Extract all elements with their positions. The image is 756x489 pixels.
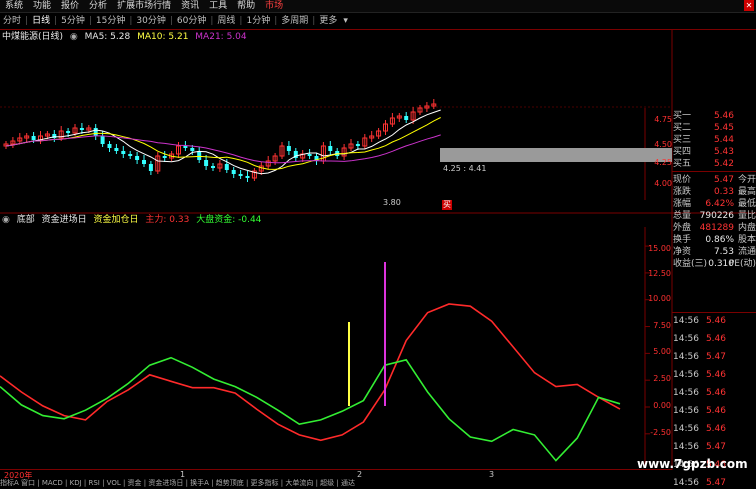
sub-indicator-subtitle: 资金加仓日: [93, 215, 139, 225]
moving-average-group: [5, 109, 441, 175]
candle-body: [93, 128, 98, 136]
candle-body: [162, 156, 167, 158]
candle-body: [114, 148, 119, 151]
mid-price-marker: 4.25 : 4.41: [443, 164, 487, 173]
market-funds-value: 大盘资金: -0.44: [196, 215, 262, 225]
y-tick: 0.00: [653, 401, 671, 410]
candle-body: [31, 136, 36, 140]
trade-tick-row: 14:56 5.46: [673, 424, 726, 434]
sub-chart-title-row: ◉ 底部 资金进场日 资金加仓日 主力: 0.33 大盘资金: -0.44: [2, 214, 265, 226]
sub-chart-lines: [0, 303, 621, 462]
candle-body: [307, 154, 312, 156]
candle-body: [142, 160, 146, 164]
candle-body: [148, 164, 153, 171]
candle-body: [100, 136, 105, 144]
candle-body: [238, 174, 243, 176]
trade-tick-row: 14:56 5.46: [673, 388, 726, 398]
candle-body: [204, 160, 209, 166]
series-line-1: [0, 356, 621, 462]
y-tick: -2.50: [650, 428, 671, 437]
sub-indicator-name[interactable]: 资金进场日: [42, 215, 87, 225]
y-tick: 4.00: [654, 179, 672, 188]
bid-row: 买五 5.42: [673, 159, 734, 169]
candle-body: [211, 166, 215, 168]
candle-body: [135, 156, 140, 160]
date-label: 1: [180, 470, 186, 479]
trade-tick-row: 14:56 5.47: [673, 442, 726, 452]
watermark: www.7gpzb.com: [637, 457, 748, 471]
candle-body: [355, 144, 360, 146]
sub-indicator-icon-label[interactable]: 底部: [17, 215, 35, 225]
series-line-0: [0, 303, 621, 442]
y-tick: 4.25: [654, 158, 672, 167]
candle-body: [328, 146, 333, 151]
y-tick: 10.00: [648, 294, 671, 303]
candle-body: [197, 151, 202, 160]
quote-stat-row: 涨跌 0.33 最高: [673, 187, 756, 197]
quote-stat-row: 收益(三) 0.310 PE(动): [673, 259, 756, 269]
bid-row: 买一 5.46: [673, 111, 734, 121]
indicator-tab-bar[interactable]: 指标A 窗口 | MACD | KDJ | RSI | VOL | 资金 | 资…: [0, 479, 756, 487]
candle-body: [190, 148, 195, 151]
trade-tick-row: 14:56 5.47: [673, 352, 726, 362]
y-tick: 5.00: [653, 347, 671, 356]
candle-body: [79, 128, 84, 130]
price-band-highlight: [440, 148, 672, 162]
date-label: 3: [489, 470, 495, 479]
y-tick: 4.75: [654, 115, 672, 124]
candle-body: [107, 144, 112, 148]
candle-body: [404, 116, 409, 120]
y-tick: 15.00: [648, 244, 671, 253]
candle-body: [286, 146, 291, 151]
trade-tick-row: 14:56 5.46: [673, 316, 726, 326]
date-label: 2: [357, 470, 363, 479]
ma5-line: [5, 109, 441, 175]
quote-stat-row: 涨幅 6.42% 最低: [673, 199, 756, 209]
candle-body: [128, 154, 133, 156]
trade-tick-row: 14:56 5.46: [673, 406, 726, 416]
candle-body: [231, 170, 236, 174]
quote-stat-row: 外盘 481289 内盘: [673, 223, 756, 233]
candle-body: [66, 131, 71, 133]
bid-row: 买三 5.44: [673, 135, 734, 145]
date-axis: 2020年 1 2 3: [0, 469, 672, 480]
trade-tick-row: 14:56 5.46: [673, 334, 726, 344]
bid-row: 买四 5.43: [673, 147, 734, 157]
ma10-line: [5, 117, 441, 170]
candlestick-group: [3, 99, 437, 182]
candle-body: [224, 164, 229, 170]
buy-signal-badge: 买: [442, 200, 452, 210]
quote-stat-row: 净资 7.53 流通: [673, 247, 756, 257]
trade-tick-row: 14:56 5.46: [673, 370, 726, 380]
y-tick: 4.50: [654, 140, 672, 149]
divider: [672, 312, 756, 313]
candle-body: [183, 146, 188, 148]
candle-body: [245, 176, 250, 178]
quote-stat-row: 总量 790226 量比: [673, 211, 756, 221]
gear-icon[interactable]: ◉: [2, 215, 10, 225]
y-tick: 2.50: [653, 374, 671, 383]
y-tick: 7.50: [653, 321, 671, 330]
divider: [672, 171, 756, 172]
quote-stat-row: 换手 0.86% 股本: [673, 235, 756, 245]
y-tick: 12.50: [648, 269, 671, 278]
bid-row: 买二 5.45: [673, 123, 734, 133]
candle-body: [121, 151, 126, 154]
low-price-marker: 3.80: [383, 198, 401, 207]
quote-stat-row: 现价 5.47 今开: [673, 175, 756, 185]
main-force-value: 主力: 0.33: [145, 215, 190, 225]
